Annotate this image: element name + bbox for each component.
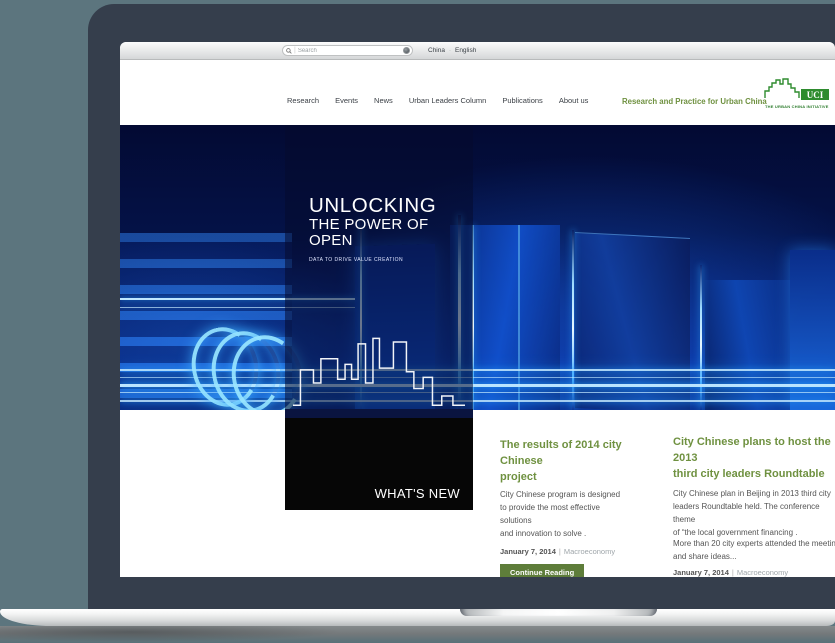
article-date: January 7, 2014 (500, 547, 556, 556)
lang-english-link[interactable]: English (455, 47, 476, 54)
article-category-link[interactable]: Macroeconomy (564, 547, 615, 556)
search-go-button[interactable] (403, 47, 410, 54)
logo-acronym: UCI (807, 90, 824, 100)
lang-china-link[interactable]: China (428, 47, 445, 54)
nav-item-news[interactable]: News (374, 96, 393, 105)
article-body-2: More than 20 city experts attended the m… (673, 538, 835, 564)
article-meta: January 7, 2014 | Macroeconomy (673, 568, 788, 577)
main-nav: Research Events News Urban Leaders Colum… (287, 96, 588, 105)
search-input[interactable] (298, 48, 388, 54)
hero-light-streak (572, 230, 574, 410)
hero-title-block: UNLOCKING THE POWER OF OPEN DATA TO DRIV… (309, 195, 473, 263)
hero-light-streak (700, 265, 702, 410)
article-body: City Chinese plan in Beijing in 2013 thi… (673, 488, 835, 540)
search-icon (286, 48, 292, 54)
nav-item-research[interactable]: Research (287, 96, 319, 105)
laptop-shadow (0, 626, 835, 643)
meta-separator: | (732, 568, 734, 577)
logo-name: THE URBAN CHINA INITIATIVE (765, 104, 829, 109)
article-body: City Chinese program is designed to prov… (500, 489, 655, 541)
hero-building-4 (705, 280, 800, 410)
article-cta-wrap: Continue Reading (500, 562, 584, 577)
article-meta: January 7, 2014 | Macroeconomy (500, 547, 615, 556)
language-switcher: China · English (428, 42, 476, 59)
meta-separator: | (559, 547, 561, 556)
search-divider: | (294, 47, 296, 54)
skyline-outline-icon (293, 328, 465, 410)
nav-item-events[interactable]: Events (335, 96, 358, 105)
continue-reading-button[interactable]: Continue Reading (500, 564, 584, 577)
laptop-base (0, 609, 835, 626)
uci-logo[interactable]: UCI THE URBAN CHINA INITIATIVE (763, 76, 833, 112)
nav-item-publications[interactable]: Publications (502, 96, 542, 105)
search-bar[interactable]: | (282, 45, 413, 56)
whats-new-label: WHAT'S NEW (375, 486, 460, 501)
article-title[interactable]: The results of 2014 city Chinese project (500, 438, 658, 486)
hero-subtitle: DATA TO DRIVE VALUE CREATION (309, 257, 473, 263)
logo-skyline-icon (765, 79, 799, 98)
article-date: January 7, 2014 (673, 568, 729, 577)
hero-title-line1: UNLOCKING (309, 195, 473, 217)
hero-title-line2: THE POWER OF OPEN (309, 217, 473, 250)
nav-item-urban-leaders-column[interactable]: Urban Leaders Column (409, 96, 487, 105)
article-title[interactable]: City Chinese plans to host the 2013 thir… (673, 435, 835, 483)
nav-item-about-us[interactable]: About us (559, 96, 589, 105)
lang-separator: · (449, 48, 451, 54)
laptop-thumb-groove (460, 609, 657, 616)
article-category-link[interactable]: Macroeconomy (737, 568, 788, 577)
browser-toolbar: | China · English (120, 42, 835, 60)
hero-banner (120, 125, 835, 410)
laptop-screen: | China · English Research Events News U… (120, 42, 835, 577)
brand-tagline: Research and Practice for Urban China (622, 97, 767, 106)
hero-overlay-panel: UNLOCKING THE POWER OF OPEN DATA TO DRIV… (285, 125, 473, 418)
whats-new-panel: WHAT'S NEW (285, 418, 473, 510)
